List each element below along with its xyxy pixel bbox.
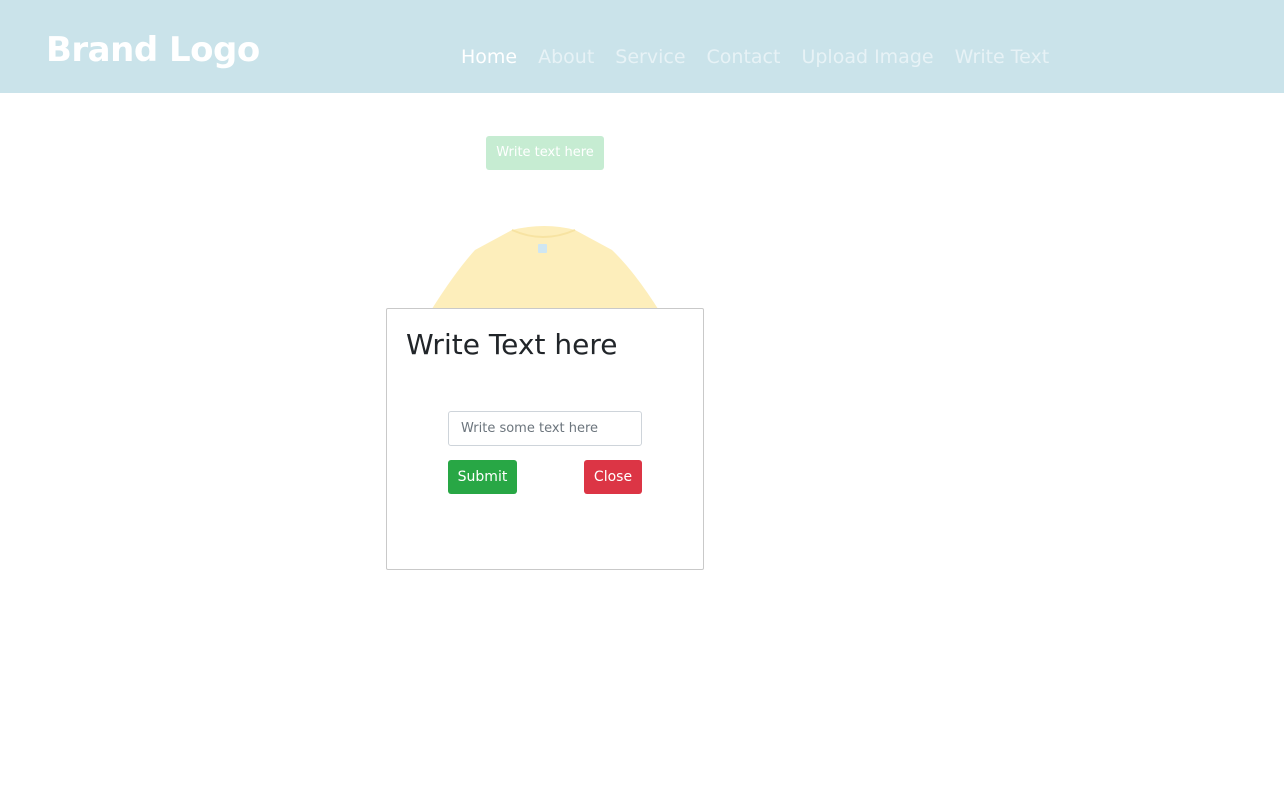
nav-link-write-text[interactable]: Write Text bbox=[955, 44, 1050, 70]
nav-link-upload-image[interactable]: Upload Image bbox=[801, 44, 933, 70]
text-input[interactable] bbox=[448, 411, 642, 446]
nav-link-home[interactable]: Home bbox=[461, 44, 517, 70]
brand-logo[interactable]: Brand Logo bbox=[46, 30, 260, 70]
nav-link-contact[interactable]: Contact bbox=[707, 44, 781, 70]
navbar: Brand Logo Home About Service Contact Up… bbox=[0, 0, 1284, 93]
close-button[interactable]: Close bbox=[584, 460, 642, 494]
nav-link-service[interactable]: Service bbox=[615, 44, 685, 70]
write-text-button[interactable]: Write text here bbox=[486, 136, 604, 170]
nav-link-about[interactable]: About bbox=[538, 44, 594, 70]
tshirt-icon bbox=[430, 226, 660, 312]
page: Brand Logo Home About Service Contact Up… bbox=[0, 0, 1284, 812]
tshirt-image bbox=[420, 222, 670, 312]
submit-button[interactable]: Submit bbox=[448, 460, 517, 494]
modal-title: Write Text here bbox=[406, 328, 618, 361]
nav-menu: Home About Service Contact Upload Image … bbox=[461, 44, 1070, 70]
write-text-modal: Write Text here Submit Close bbox=[386, 308, 704, 570]
